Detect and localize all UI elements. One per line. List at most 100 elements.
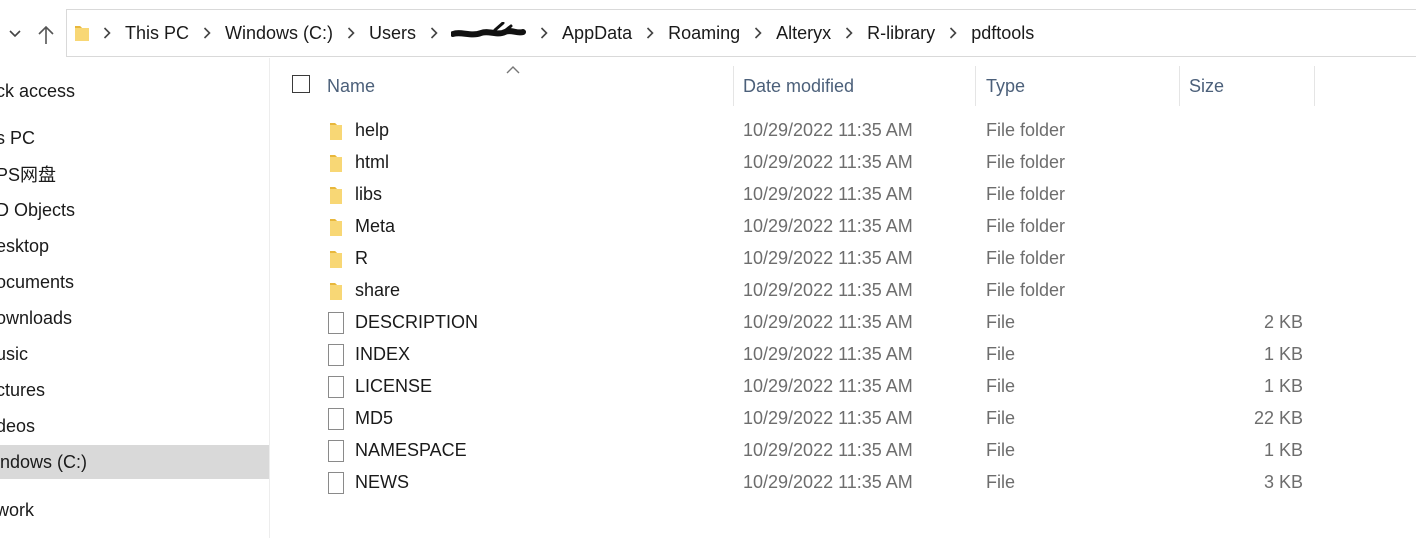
file-row[interactable]: html 10/29/2022 11:35 AM File folder xyxy=(272,147,1416,179)
navigation-pane: ck access s PC PS网盘 D Objects esktop ocuments… xyxy=(0,58,270,538)
file-row[interactable]: R 10/29/2022 11:35 AM File folder xyxy=(272,243,1416,275)
select-all-checkbox[interactable] xyxy=(292,75,310,93)
file-type-cell: File folder xyxy=(986,280,1066,300)
file-name-cell: libs xyxy=(355,184,383,204)
sidebar-item[interactable]: esktop xyxy=(0,229,269,263)
folder-icon xyxy=(326,247,346,271)
file-type-cell: File folder xyxy=(986,184,1066,204)
column-header-row: Name Date modified Type Size xyxy=(272,66,1416,106)
breadcrumb-segment[interactable]: pdftools xyxy=(936,23,1035,44)
sidebar-item[interactable]: PS网盘 xyxy=(0,157,269,191)
breadcrumb-label: Windows (C:) xyxy=(225,22,334,43)
file-name-cell: NEWS xyxy=(355,472,409,492)
breadcrumb-chevron-icon[interactable] xyxy=(90,23,124,43)
sidebar-item[interactable]: ocuments xyxy=(0,265,269,299)
folder-icon xyxy=(74,23,90,43)
file-name-cell: INDEX xyxy=(355,344,411,364)
breadcrumb-segment[interactable]: Alteryx xyxy=(741,23,832,44)
breadcrumb-segment[interactable]: R-library xyxy=(832,23,936,44)
file-row[interactable]: Meta 10/29/2022 11:35 AM File folder xyxy=(272,211,1416,243)
breadcrumb-segment[interactable]: Windows (C:) xyxy=(190,23,334,44)
file-type-cell: File folder xyxy=(986,152,1066,172)
breadcrumb-chevron-icon[interactable] xyxy=(741,23,775,43)
file-type-cell: File xyxy=(986,344,1016,364)
file-row[interactable]: MD5 10/29/2022 11:35 AM File 22 KB xyxy=(272,403,1416,435)
file-name-cell: share xyxy=(355,280,401,300)
file-name-cell: MD5 xyxy=(355,408,394,428)
breadcrumb-chevron-icon[interactable] xyxy=(936,23,970,43)
breadcrumb-label: This PC xyxy=(125,22,190,43)
column-header-name[interactable]: Name xyxy=(327,66,734,106)
sidebar-item[interactable]: s PC xyxy=(0,121,269,155)
sidebar-item[interactable]: D Objects xyxy=(0,193,269,227)
breadcrumb-chevron-icon[interactable] xyxy=(633,23,667,43)
breadcrumb-chevron-icon[interactable] xyxy=(417,23,451,43)
file-date-cell: 10/29/2022 11:35 AM xyxy=(743,376,913,396)
sidebar-item[interactable]: ck access xyxy=(0,74,269,108)
file-size-cell: 1 KB xyxy=(1263,344,1303,364)
file-row[interactable]: libs 10/29/2022 11:35 AM File folder xyxy=(272,179,1416,211)
breadcrumb-label: AppData xyxy=(562,22,633,43)
breadcrumb-label: R-library xyxy=(867,22,936,43)
recent-locations-chevron-icon[interactable] xyxy=(6,24,24,44)
file-row[interactable]: NAMESPACE 10/29/2022 11:35 AM File 1 KB xyxy=(272,435,1416,467)
file-type-cell: File xyxy=(986,408,1016,428)
column-header-type-label: Type xyxy=(986,75,1026,96)
file-row[interactable]: LICENSE 10/29/2022 11:35 AM File 1 KB xyxy=(272,371,1416,403)
breadcrumb-segment[interactable]: This PC xyxy=(90,23,190,44)
file-type-cell: File xyxy=(986,312,1016,332)
sidebar-item-label: ctures xyxy=(0,379,46,400)
file-date-cell: 10/29/2022 11:35 AM xyxy=(743,280,913,300)
file-row[interactable]: share 10/29/2022 11:35 AM File folder xyxy=(272,275,1416,307)
file-size-cell: 22 KB xyxy=(1253,408,1303,428)
address-bar[interactable]: This PC Windows (C:) Users AppData Roaming Al… xyxy=(66,9,1416,57)
breadcrumb-chevron-icon[interactable] xyxy=(334,23,368,43)
column-header-size[interactable]: Size xyxy=(1180,66,1315,106)
sidebar-item[interactable]: indows (C:) xyxy=(0,445,269,479)
breadcrumb-label: Roaming xyxy=(668,22,741,43)
file-date-cell: 10/29/2022 11:35 AM xyxy=(743,344,913,364)
file-size-cell: 1 KB xyxy=(1263,376,1303,396)
file-icon xyxy=(326,439,346,463)
sidebar-item[interactable]: work xyxy=(0,493,269,527)
file-date-cell: 10/29/2022 11:35 AM xyxy=(743,472,913,492)
sidebar-item-label: work xyxy=(0,499,35,520)
breadcrumb-label: pdftools xyxy=(971,22,1035,43)
up-arrow-icon[interactable] xyxy=(34,22,58,48)
file-row[interactable]: INDEX 10/29/2022 11:35 AM File 1 KB xyxy=(272,339,1416,371)
file-row[interactable]: NEWS 10/29/2022 11:35 AM File 3 KB xyxy=(272,467,1416,499)
breadcrumb-segment[interactable]: Roaming xyxy=(633,23,741,44)
file-type-cell: File folder xyxy=(986,120,1066,140)
breadcrumb-segment[interactable]: AppData xyxy=(527,23,633,44)
file-size-cell: 2 KB xyxy=(1263,312,1303,332)
breadcrumb-segment[interactable] xyxy=(417,21,527,44)
column-header-date-modified[interactable]: Date modified xyxy=(734,66,976,106)
file-name-cell: NAMESPACE xyxy=(355,440,467,460)
file-size-cell: 1 KB xyxy=(1263,440,1303,460)
file-date-cell: 10/29/2022 11:35 AM xyxy=(743,248,913,268)
column-header-date-label: Date modified xyxy=(743,75,855,96)
sidebar-item[interactable]: ownloads xyxy=(0,301,269,335)
file-type-cell: File xyxy=(986,376,1016,396)
file-icon xyxy=(326,343,346,367)
sidebar-item[interactable]: ctures xyxy=(0,373,269,407)
breadcrumb-segment[interactable]: Users xyxy=(334,23,417,44)
file-row[interactable]: help 10/29/2022 11:35 AM File folder xyxy=(272,115,1416,147)
file-type-cell: File folder xyxy=(986,248,1066,268)
file-date-cell: 10/29/2022 11:35 AM xyxy=(743,312,913,332)
file-name-cell: html xyxy=(355,152,390,172)
file-icon xyxy=(326,375,346,399)
column-header-name-label: Name xyxy=(327,75,376,96)
file-size-cell: 3 KB xyxy=(1263,472,1303,492)
sidebar-item[interactable]: deos xyxy=(0,409,269,443)
breadcrumb-chevron-icon[interactable] xyxy=(527,23,561,43)
sidebar-item-label: ownloads xyxy=(0,307,73,328)
column-header-type[interactable]: Type xyxy=(976,66,1180,106)
sidebar-item[interactable]: usic xyxy=(0,337,269,371)
sidebar-item-label: usic xyxy=(0,343,29,364)
file-row[interactable]: DESCRIPTION 10/29/2022 11:35 AM File 2 KB xyxy=(272,307,1416,339)
breadcrumb-chevron-icon[interactable] xyxy=(832,23,866,43)
file-icon xyxy=(326,471,346,495)
file-name-cell: Meta xyxy=(355,216,396,236)
breadcrumb-chevron-icon[interactable] xyxy=(190,23,224,43)
